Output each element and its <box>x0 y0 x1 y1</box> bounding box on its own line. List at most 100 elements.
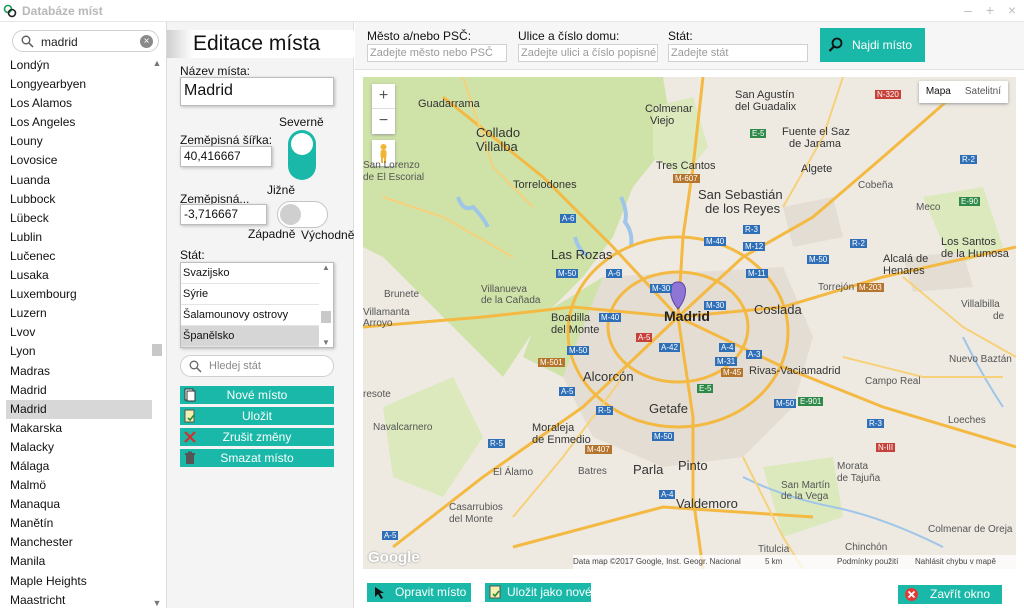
state-query-input[interactable]: Zadejte stát <box>668 44 808 62</box>
repair-place-button[interactable]: Opravit místo <box>367 583 471 602</box>
map-label: Parla <box>633 462 664 477</box>
list-item[interactable]: Málaga <box>6 457 152 476</box>
list-item[interactable]: Los Angeles <box>6 113 152 132</box>
map-report-link[interactable]: Nahlásit chybu v mapě <box>915 555 996 569</box>
map-label: Meco <box>916 202 941 213</box>
latitude-label: Zeměpisná šířka: <box>180 133 273 147</box>
state-list-item[interactable]: Svazijsko <box>181 263 319 284</box>
north-south-toggle[interactable] <box>288 130 316 180</box>
edit-title: Editace místa <box>193 32 321 55</box>
map-type-satellite[interactable]: Satelitní <box>958 81 1008 103</box>
map-label: Villalba <box>476 139 518 154</box>
list-item[interactable]: Manila <box>6 552 152 571</box>
edit-title-bar: Editace místa <box>167 30 354 58</box>
list-item[interactable]: Londýn <box>6 56 152 75</box>
list-item[interactable]: Maple Heights <box>6 572 152 591</box>
list-item[interactable]: Lyon <box>6 342 152 361</box>
scroll-thumb[interactable] <box>152 344 162 356</box>
save-as-new-button[interactable]: Uložit jako nové <box>485 583 592 602</box>
scroll-down-icon[interactable]: ▼ <box>152 598 162 608</box>
state-query-label: Stát: <box>668 29 693 43</box>
list-item[interactable]: Luzern <box>6 304 152 323</box>
place-name-field[interactable]: Madrid <box>180 77 334 106</box>
list-item[interactable]: Manchester <box>6 533 152 552</box>
list-item[interactable]: Manaqua <box>6 495 152 514</box>
state-list-item[interactable]: Šalamounovy ostrovy <box>181 305 319 326</box>
state-list-item[interactable]: Sýrie <box>181 284 319 305</box>
save-button[interactable]: Uložit <box>180 407 334 425</box>
list-item[interactable]: Louny <box>6 132 152 151</box>
map-label: Villamanta <box>363 307 410 318</box>
map-label: Getafe <box>649 401 689 416</box>
map-label-capital: Madrid <box>664 308 710 324</box>
road-shield: E-90 <box>959 197 980 206</box>
new-place-button[interactable]: Nové místo <box>180 386 334 404</box>
list-item[interactable]: Manětín <box>6 514 152 533</box>
cancel-changes-button[interactable]: Zrušit změny <box>180 428 334 446</box>
edit-panel: Editace místa Název místa: Madrid Severn… <box>167 22 354 608</box>
list-item[interactable]: Maastricht <box>6 591 152 608</box>
list-item[interactable]: Luanda <box>6 171 152 190</box>
city-search-input[interactable]: madrid × <box>12 30 159 52</box>
south-label: Jižně <box>267 183 296 197</box>
close-window-bottom-button[interactable]: Zavřít okno <box>898 585 1002 604</box>
list-item[interactable]: Makarska <box>6 419 152 438</box>
zoom-in-button[interactable]: + <box>372 84 395 109</box>
list-item[interactable]: Longyearbyen <box>6 75 152 94</box>
minimize-button[interactable]: – <box>962 2 974 18</box>
street-query-label: Ulice a číslo domu: <box>518 29 620 43</box>
list-item[interactable]: Madras <box>6 362 152 381</box>
state-list-item[interactable]: Španělsko <box>181 326 319 347</box>
road-shield: A-5 <box>636 333 653 342</box>
map-label: Colmenar de Oreja <box>928 524 1013 535</box>
scroll-up-icon[interactable]: ▲ <box>320 263 332 272</box>
list-item[interactable]: Lubbock <box>6 190 152 209</box>
road-shield: A-4 <box>659 490 676 499</box>
list-item[interactable]: Luxembourg <box>6 285 152 304</box>
map-type-map[interactable]: Mapa <box>919 81 958 103</box>
road-shield: A-3 <box>746 350 763 359</box>
city-list[interactable]: Londýn Longyearbyen Los Alamos Los Angeles L… <box>6 56 152 608</box>
city-query-input[interactable]: Zadejte město nebo PSČ <box>367 44 507 62</box>
map-panel: Město a/nebo PSČ: Zadejte město nebo PSČ… <box>355 22 1024 608</box>
west-east-toggle[interactable] <box>277 201 328 228</box>
state-list-scrollbar[interactable]: ▲ ▼ <box>320 263 332 347</box>
scroll-up-icon[interactable]: ▲ <box>152 58 162 68</box>
state-list[interactable]: Svazijsko Sýrie Šalamounovy ostrovy Španěls… <box>180 262 334 348</box>
street-query-input[interactable]: Zadejte ulici a číslo popisné <box>518 44 658 62</box>
list-item[interactable]: Lusaka <box>6 266 152 285</box>
map-terms-link[interactable]: Podmínky použití <box>837 555 898 569</box>
list-item[interactable]: Lvov <box>6 323 152 342</box>
map-label: Chinchón <box>845 542 888 553</box>
scroll-thumb[interactable] <box>321 311 331 323</box>
map-label: Villanueva <box>481 284 527 295</box>
close-window-button[interactable]: × <box>1006 2 1018 18</box>
map-label: El Álamo <box>493 467 534 478</box>
delete-place-button[interactable]: Smazat místo <box>180 449 334 467</box>
list-item[interactable]: Madrid <box>6 399 152 419</box>
scroll-down-icon[interactable]: ▼ <box>320 338 332 347</box>
list-item[interactable]: Lublin <box>6 228 152 247</box>
list-item[interactable]: Malmö <box>6 476 152 495</box>
list-item[interactable]: Los Alamos <box>6 94 152 113</box>
state-search-input[interactable]: Hledej stát <box>180 355 334 377</box>
clear-search-icon[interactable]: × <box>140 35 153 48</box>
maximize-button[interactable]: + <box>984 2 996 18</box>
find-place-button[interactable]: Najdi místo <box>820 28 925 62</box>
title-bar: Databáze míst – + × <box>0 0 1024 22</box>
map-attribution: Data map ©2017 Google, Inst. Geogr. Naci… <box>573 557 741 566</box>
trash-icon <box>185 451 195 464</box>
map-view[interactable]: + − Mapa Satelitní Guadarrama Collado Vi… <box>363 77 1016 569</box>
list-item[interactable]: Lučenec <box>6 247 152 266</box>
list-item[interactable]: Lovosice <box>6 151 152 170</box>
zoom-out-button[interactable]: − <box>372 109 395 134</box>
map-label: de la Cañada <box>481 295 541 306</box>
map-scale: 5 km <box>765 557 783 566</box>
city-list-scrollbar[interactable]: ▲ ▼ <box>151 56 163 608</box>
longitude-field[interactable]: -3,716667 <box>180 204 267 225</box>
list-item[interactable]: Lübeck <box>6 209 152 228</box>
cross-icon <box>184 431 196 443</box>
list-item[interactable]: Madrid <box>6 381 152 400</box>
latitude-field[interactable]: 40,416667 <box>180 146 272 167</box>
list-item[interactable]: Malacky <box>6 438 152 457</box>
